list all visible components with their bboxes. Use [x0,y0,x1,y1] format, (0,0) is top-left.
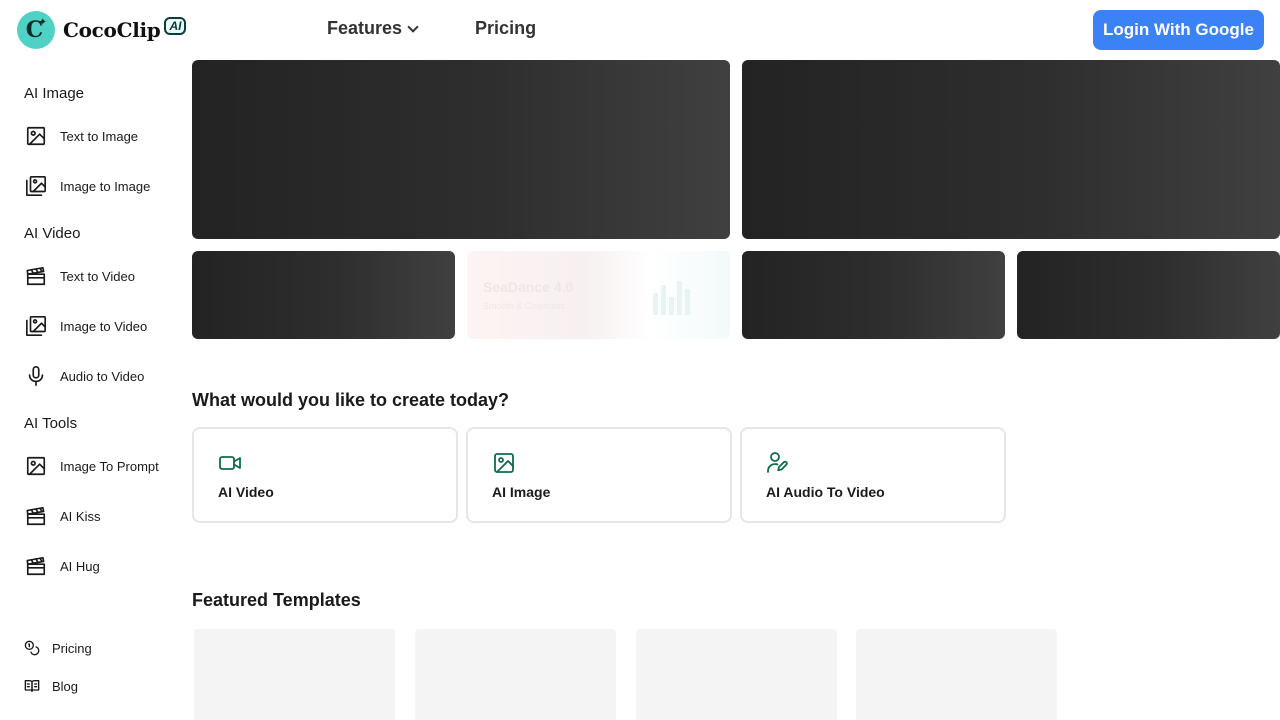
sidebar-section-title: AI Image [24,85,85,102]
create-card-ai-audio-to-video[interactable]: AI Audio To Video [740,427,1006,523]
sidebar-item-label: Image To Prompt [60,458,159,474]
image-icon [24,454,48,478]
sidebar-item-audio-to-video[interactable]: Audio to Video [24,361,174,391]
sidebar-item-label: Image to Image [60,178,151,194]
create-section-title: What would you like to create today? [192,390,510,410]
sidebar-footer-label: Pricing [52,640,92,656]
sidebar-footer-blog[interactable]: Blog [24,676,78,696]
logo-ai-badge: AI [164,17,187,35]
sidebar-item-label: AI Kiss [60,508,101,524]
sidebar-item-ai-kiss[interactable]: AI Kiss [24,501,174,531]
sidebar-footer-label: Blog [52,678,79,694]
templates-section-title: Featured Templates [192,590,361,610]
promo-banner-title: SeaDance 4.0 [483,279,574,295]
create-card-label: AI Audio To Video [766,484,885,500]
template-card[interactable] [415,629,616,720]
book-icon [24,678,40,694]
images-icon [24,174,48,198]
clapperboard-icon [24,554,48,578]
promo-banner[interactable] [192,251,455,339]
sidebar-item-text-to-video[interactable]: Text to Video [24,261,174,291]
create-card-label: AI Image [492,484,551,500]
create-card-ai-image[interactable]: AI Image [466,427,732,523]
user-pen-icon [766,451,790,475]
login-with-google-button[interactable]: Login With Google [1093,10,1264,50]
template-card[interactable] [194,629,395,720]
sidebar-item-label: AI Hug [60,558,100,574]
hero-banner[interactable] [742,60,1280,239]
clapperboard-icon [24,504,48,528]
logo-mark: C ✦ [17,11,55,49]
nav-pricing-label: Pricing [475,18,537,38]
sidebar-section-title: AI Tools [24,415,78,432]
sidebar-item-text-to-image[interactable]: Text to Image [24,121,174,151]
nav-pricing[interactable]: Pricing [475,18,536,39]
top-header: C ✦ CocoClip AI Features Pricing Login W… [0,0,1280,60]
nav-features[interactable]: Features [327,18,419,39]
main-nav: Features Pricing [327,18,536,39]
equalizer-graphic [653,277,690,315]
microphone-icon [24,364,48,388]
logo[interactable]: C ✦ CocoClip AI [17,11,187,49]
sidebar-item-ai-hug[interactable]: AI Hug [24,551,174,581]
promo-banner-subtitle: Smooth & Cinematic [483,301,566,311]
sidebar: AI Image Text to Image Image to Image AI… [0,60,180,720]
clapperboard-icon [24,264,48,288]
sidebar-item-label: Image to Video [60,318,148,334]
sidebar-footer-pricing[interactable]: Pricing [24,638,92,658]
logo-text: CocoClip [63,18,161,42]
promo-banner-faded[interactable]: SeaDance 4.0 Smooth & Cinematic [467,251,730,339]
images-icon [24,314,48,338]
create-card-label: AI Video [218,484,274,500]
sparkle-icon: ✦ [38,17,47,28]
video-camera-icon [218,451,242,475]
create-card-ai-video[interactable]: AI Video [192,427,458,523]
sidebar-item-image-to-video[interactable]: Image to Video [24,311,174,341]
sidebar-item-label: Text to Image [60,128,139,144]
template-card[interactable] [636,629,837,720]
sidebar-item-label: Text to Video [60,268,135,284]
chevron-down-icon [407,20,419,33]
sidebar-section-title: AI Video [24,225,81,242]
image-icon [24,124,48,148]
image-icon [492,451,516,475]
nav-features-label: Features [327,18,403,38]
promo-banner[interactable] [1017,251,1280,339]
coins-icon [24,640,40,656]
sidebar-item-image-to-prompt[interactable]: Image To Prompt [24,451,174,481]
sidebar-item-image-to-image[interactable]: Image to Image [24,171,174,201]
sidebar-item-label: Audio to Video [60,368,145,384]
template-card[interactable] [856,629,1057,720]
hero-banner[interactable] [192,60,730,239]
promo-banner[interactable] [742,251,1005,339]
